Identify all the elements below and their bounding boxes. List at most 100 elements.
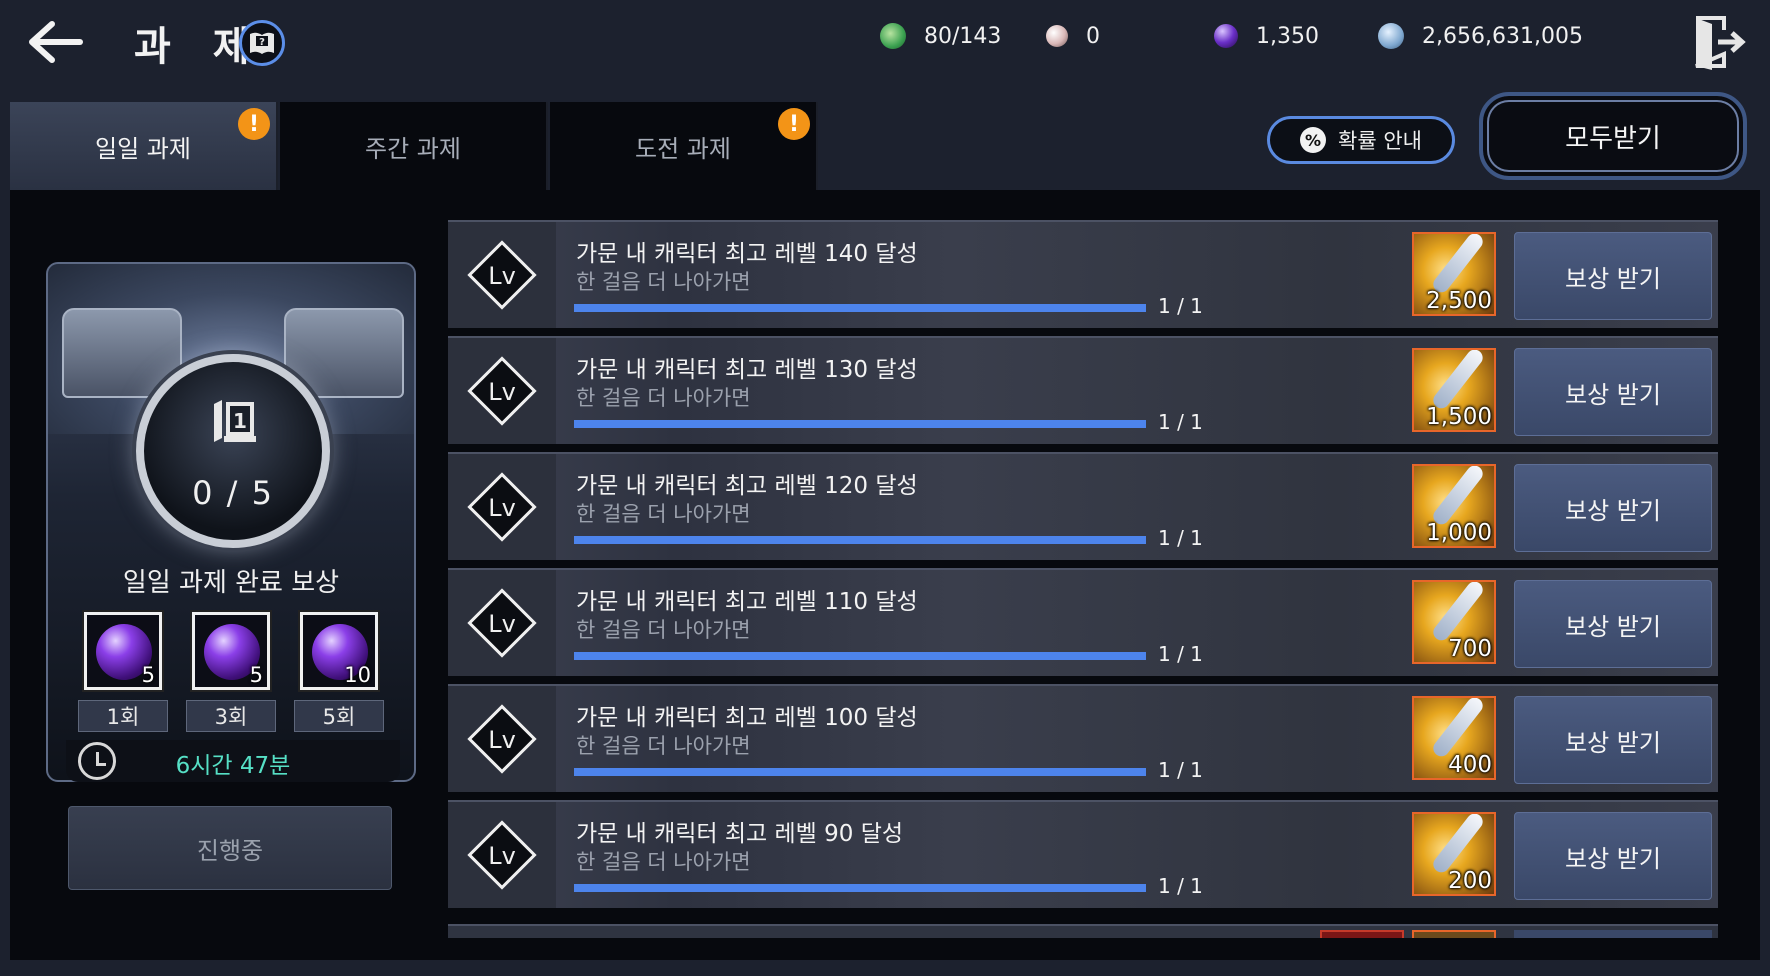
- quest-progress-bar: [574, 768, 1146, 776]
- daily-reward-title: 일일 과제 완료 보상: [122, 568, 340, 598]
- silver-coin-value: 2,656,631,005: [1422, 23, 1583, 49]
- quest-subtitle: 한 걸음 더 나아가면: [576, 850, 751, 874]
- purple-gem-value: 1,350: [1256, 23, 1319, 49]
- level-diamond-icon: Lv: [467, 240, 537, 310]
- pearl-currency: 0: [1046, 18, 1100, 54]
- quest-progress-bar: [574, 884, 1146, 892]
- golden-quill-icon[interactable]: 2,500: [1412, 232, 1496, 316]
- golden-quill-icon[interactable]: 400: [1412, 696, 1496, 780]
- exit-door-icon[interactable]: [1690, 14, 1746, 70]
- claim-reward-button[interactable]: 보상 받기: [1514, 464, 1712, 552]
- reward-amount: 200: [1448, 868, 1492, 894]
- quest-progress-bar: [574, 652, 1146, 660]
- timer-text: 6시간 47분: [175, 753, 291, 779]
- tab-challenge[interactable]: 도전 과제 !: [550, 102, 818, 190]
- probability-info-button[interactable]: % 확률 안내: [1267, 116, 1455, 164]
- reward-amount: 2,500: [1426, 288, 1492, 314]
- quest-row-partial: [448, 924, 1718, 938]
- quest-progress-fill: [574, 420, 1146, 428]
- golden-quill-icon[interactable]: 1,500: [1412, 348, 1496, 432]
- claim-reward-button[interactable]: 보상 받기: [1514, 232, 1712, 320]
- purple-gem-icon: [1214, 24, 1238, 48]
- golden-quill-icon[interactable]: 700: [1412, 580, 1496, 664]
- tab-challenge-label: 도전 과제: [635, 134, 731, 163]
- quest-subtitle: 한 걸음 더 나아가면: [576, 502, 751, 526]
- tab-daily[interactable]: 일일 과제 !: [10, 102, 278, 190]
- svg-text:Lv: Lv: [488, 726, 516, 754]
- level-badge: Lv: [448, 686, 556, 792]
- reward-count: 5: [141, 663, 155, 687]
- daily-reward-slot-3[interactable]: 10: [298, 610, 380, 692]
- stamina-icon: [880, 23, 906, 49]
- level-badge: Lv: [448, 222, 556, 328]
- pearl-icon: [1046, 25, 1068, 47]
- reward-icon: [1412, 930, 1496, 938]
- quest-progress-text: 1 / 1: [1158, 874, 1203, 898]
- claim-reward-button[interactable]: [1514, 930, 1712, 938]
- level-badge: Lv: [448, 802, 556, 908]
- tab-weekly-label: 주간 과제: [365, 134, 461, 163]
- quest-row: Lv 가문 내 캐릭터 최고 레벨 130 달성 한 걸음 더 나아가면 1 /…: [448, 336, 1718, 444]
- quest-progress-text: 1 / 1: [1158, 758, 1203, 782]
- tab-weekly[interactable]: 주간 과제: [280, 102, 548, 190]
- svg-text:Lv: Lv: [488, 610, 516, 638]
- claim-all-button[interactable]: 모두받기: [1479, 92, 1747, 180]
- scroll-book-icon: 1: [210, 398, 260, 444]
- quest-row: Lv 가문 내 캐릭터 최고 레벨 110 달성 한 걸음 더 나아가면 1 /…: [448, 568, 1718, 676]
- quest-subtitle: 한 걸음 더 나아가면: [576, 386, 751, 410]
- percent-icon: %: [1300, 127, 1327, 153]
- claim-reward-label: 보상 받기: [1565, 496, 1661, 525]
- in-progress-button[interactable]: 진행중: [68, 806, 392, 890]
- claim-all-label: 모두받기: [1565, 123, 1661, 154]
- quest-subtitle: 한 걸음 더 나아가면: [576, 734, 751, 758]
- purple-gem-currency: 1,350: [1214, 18, 1319, 54]
- claim-reward-button[interactable]: 보상 받기: [1514, 348, 1712, 436]
- level-diamond-icon: Lv: [467, 472, 537, 542]
- svg-text:?: ?: [259, 37, 265, 48]
- probability-info-label: 확률 안내: [1338, 129, 1422, 153]
- reward-amount: 1,000: [1426, 520, 1492, 546]
- claim-reward-button[interactable]: 보상 받기: [1514, 812, 1712, 900]
- level-diamond-icon: Lv: [467, 588, 537, 658]
- reward-amount: 1,500: [1426, 404, 1492, 430]
- reward-threshold-label: 5회: [294, 700, 384, 732]
- stamina-currency: 80/143: [880, 18, 1001, 54]
- quest-progress-text: 1 / 1: [1158, 642, 1203, 666]
- reward-count: 5: [249, 663, 263, 687]
- stamina-value: 80/143: [924, 23, 1002, 49]
- quest-row: Lv 가문 내 캐릭터 최고 레벨 90 달성 한 걸음 더 나아가면 1 / …: [448, 800, 1718, 908]
- quest-title: 가문 내 캐릭터 최고 레벨 110 달성: [576, 589, 918, 615]
- level-badge: Lv: [448, 454, 556, 560]
- quest-title: 가문 내 캐릭터 최고 레벨 140 달성: [576, 241, 918, 267]
- help-book-icon[interactable]: ?: [239, 20, 285, 66]
- quest-list[interactable]: Lv 가문 내 캐릭터 최고 레벨 140 달성 한 걸음 더 나아가면 1 /…: [448, 220, 1718, 938]
- claim-reward-label: 보상 받기: [1565, 612, 1661, 641]
- claim-reward-label: 보상 받기: [1565, 728, 1661, 757]
- claim-reward-button[interactable]: 보상 받기: [1514, 580, 1712, 668]
- level-diamond-icon: Lv: [467, 356, 537, 426]
- quest-progress-bar: [574, 304, 1146, 312]
- daily-reward-slot-1[interactable]: 5: [82, 610, 164, 692]
- reward-amount: 700: [1448, 636, 1492, 662]
- quest-progress-fill: [574, 304, 1146, 312]
- claim-reward-button[interactable]: 보상 받기: [1514, 696, 1712, 784]
- quest-progress-fill: [574, 768, 1146, 776]
- alert-icon: !: [238, 108, 270, 140]
- quest-progress-fill: [574, 652, 1146, 660]
- reward-amount: 400: [1448, 752, 1492, 778]
- reset-timer: 6시간 47분: [66, 740, 400, 782]
- pearl-value: 0: [1086, 23, 1100, 49]
- quest-row: Lv 가문 내 캐릭터 최고 레벨 140 달성 한 걸음 더 나아가면 1 /…: [448, 220, 1718, 328]
- svg-text:Lv: Lv: [488, 378, 516, 406]
- golden-quill-icon[interactable]: 1,000: [1412, 464, 1496, 548]
- quest-title: 가문 내 캐릭터 최고 레벨 90 달성: [576, 821, 904, 847]
- golden-quill-icon[interactable]: 200: [1412, 812, 1496, 896]
- quest-title: 가문 내 캐릭터 최고 레벨 130 달성: [576, 357, 918, 383]
- level-badge: Lv: [448, 570, 556, 676]
- back-arrow-icon[interactable]: [26, 20, 86, 64]
- daily-reward-slot-2[interactable]: 5: [190, 610, 272, 692]
- svg-text:Lv: Lv: [488, 494, 516, 522]
- alert-icon: !: [778, 108, 810, 140]
- silver-coin-icon: [1378, 23, 1404, 49]
- level-diamond-icon: Lv: [467, 704, 537, 774]
